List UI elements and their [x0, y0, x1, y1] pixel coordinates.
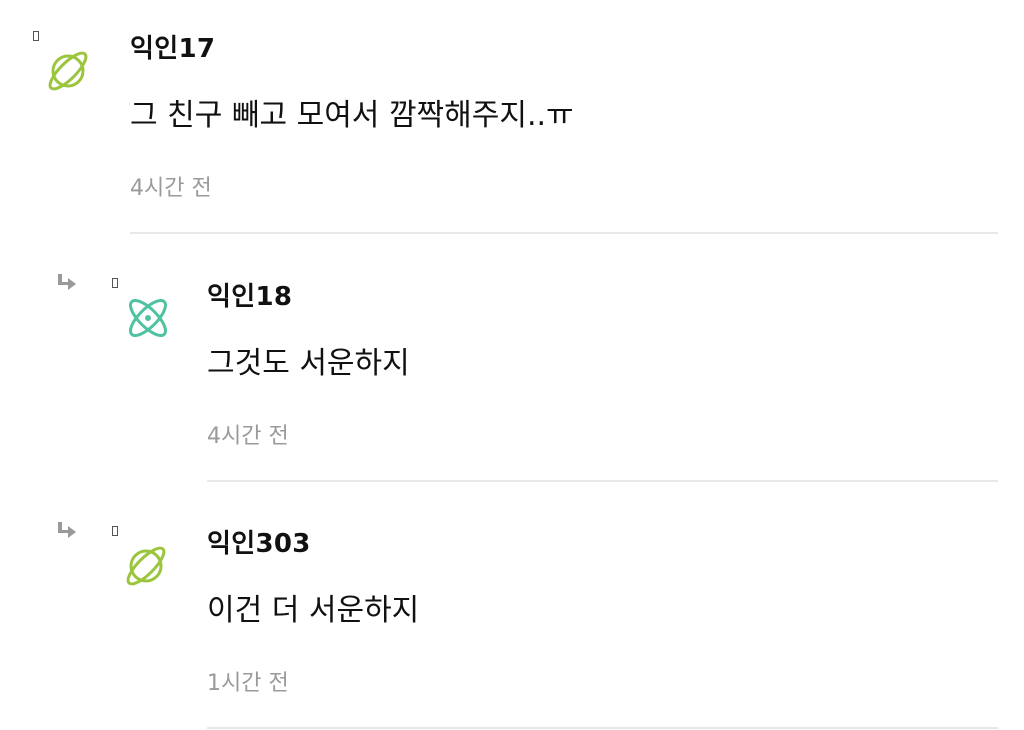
comment-timestamp: 4시간 전 — [207, 424, 289, 449]
report-flag-icon[interactable] — [112, 278, 118, 288]
atom-icon[interactable] — [122, 292, 174, 344]
report-flag-icon[interactable] — [33, 31, 39, 41]
reply-arrow-icon — [54, 520, 78, 544]
comment-author[interactable]: 익인303 — [207, 523, 311, 560]
comment-text: 이건 더 서운하지 — [207, 593, 420, 628]
planet-icon[interactable] — [120, 540, 172, 592]
comment-author[interactable]: 익인17 — [130, 28, 215, 65]
comment-author[interactable]: 익인18 — [207, 276, 292, 313]
divider — [207, 727, 998, 729]
comment-text: 그 친구 빼고 모여서 깜짝해주지..ㅠ — [130, 98, 574, 133]
report-flag-icon[interactable] — [112, 526, 118, 536]
planet-icon[interactable] — [42, 45, 94, 97]
comment-text: 그것도 서운하지 — [207, 346, 410, 381]
reply-arrow-icon — [54, 272, 78, 296]
comment-timestamp: 4시간 전 — [130, 176, 212, 201]
divider — [130, 232, 998, 234]
comment-timestamp: 1시간 전 — [207, 671, 289, 696]
divider — [207, 480, 998, 482]
